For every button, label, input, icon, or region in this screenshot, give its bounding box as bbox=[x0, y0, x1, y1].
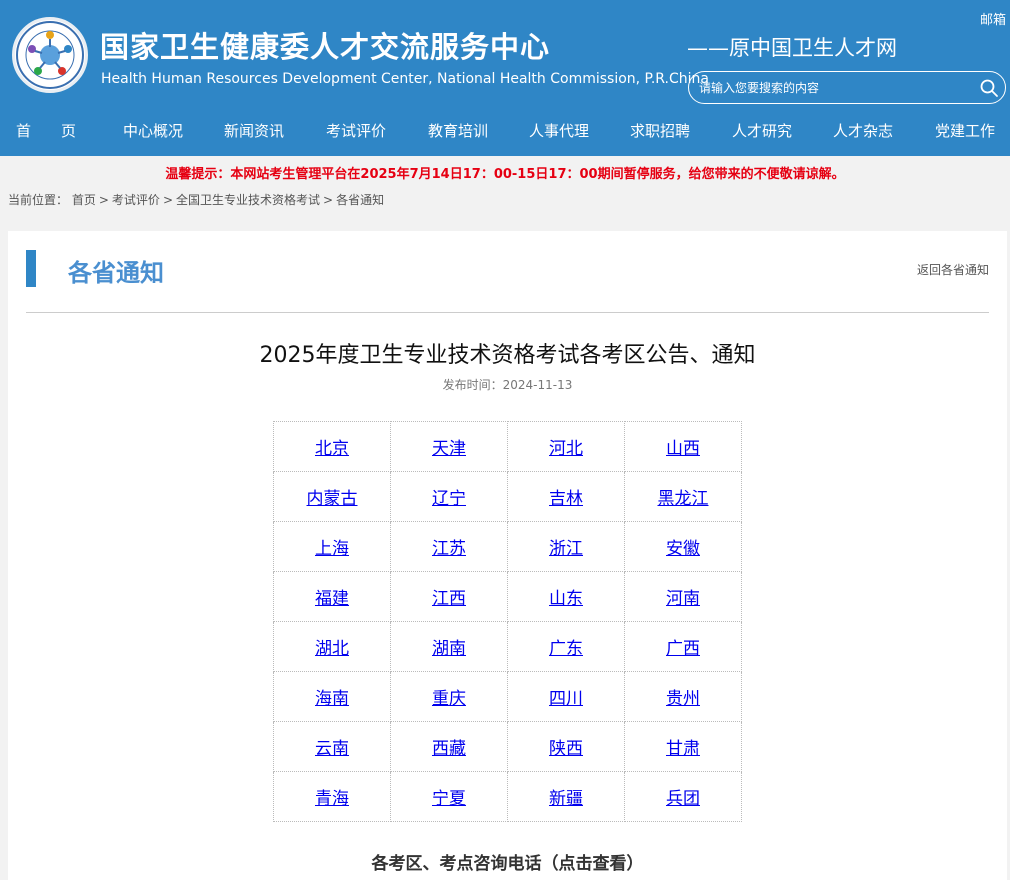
publish-date: 发布时间：2024-11-13 bbox=[8, 376, 1007, 393]
breadcrumb-separator: > bbox=[98, 193, 109, 207]
province-link[interactable]: 海南 bbox=[315, 689, 349, 709]
table-row: 青海 宁夏 新疆 兵团 bbox=[273, 771, 742, 822]
province-link[interactable]: 上海 bbox=[315, 539, 349, 559]
logo-emblem-icon bbox=[16, 21, 84, 89]
province-link[interactable]: 湖北 bbox=[315, 639, 349, 659]
section-title: 各省通知 bbox=[68, 259, 164, 287]
province-link[interactable]: 山西 bbox=[666, 439, 700, 459]
nav-item-center-overview[interactable]: 中心概况 bbox=[107, 120, 199, 141]
site-former-name: ——原中国卫生人才网 bbox=[687, 36, 897, 60]
province-link[interactable]: 云南 bbox=[315, 739, 349, 759]
service-notice: 温馨提示：本网站考生管理平台在2025年7月14日17：00-15日17：00期… bbox=[165, 167, 845, 182]
province-link[interactable]: 新疆 bbox=[549, 789, 583, 809]
site-title: 国家卫生健康委人才交流服务中心 bbox=[100, 30, 551, 64]
search-icon[interactable] bbox=[979, 78, 999, 98]
province-table: 北京 天津 河北 山西 内蒙古 辽宁 吉林 黑龙江 上海 江苏 浙江 安徽 福建… bbox=[273, 421, 742, 822]
nav-item-exam[interactable]: 考试评价 bbox=[310, 120, 402, 141]
content-panel: 各省通知 返回各省通知 2025年度卫生专业技术资格考试各考区公告、通知 发布时… bbox=[8, 231, 1007, 880]
main-nav: 首 页 中心概况 新闻资讯 考试评价 教育培训 人事代理 求职招聘 人才研究 人… bbox=[0, 112, 1010, 152]
province-link[interactable]: 吉林 bbox=[549, 489, 583, 509]
table-row: 上海 江苏 浙江 安徽 bbox=[273, 521, 742, 572]
breadcrumb: 当前位置： 首页 > 考试评价 > 全国卫生专业技术资格考试 > 各省通知 bbox=[8, 191, 384, 208]
province-link[interactable]: 四川 bbox=[549, 689, 583, 709]
province-link[interactable]: 天津 bbox=[432, 439, 466, 459]
province-link[interactable]: 黑龙江 bbox=[658, 489, 709, 509]
breadcrumb-separator: > bbox=[323, 193, 334, 207]
province-link[interactable]: 贵州 bbox=[666, 689, 700, 709]
province-link[interactable]: 江西 bbox=[432, 589, 466, 609]
publish-date-value: 2024-11-13 bbox=[502, 378, 573, 392]
table-row: 北京 天津 河北 山西 bbox=[273, 421, 742, 472]
breadcrumb-health-exam[interactable]: 全国卫生专业技术资格考试 bbox=[176, 193, 320, 207]
back-to-list-link[interactable]: 返回各省通知 bbox=[917, 261, 989, 278]
province-link[interactable]: 宁夏 bbox=[432, 789, 466, 809]
nav-item-personnel-agency[interactable]: 人事代理 bbox=[513, 120, 605, 141]
nav-item-research[interactable]: 人才研究 bbox=[716, 120, 808, 141]
breadcrumb-home[interactable]: 首页 bbox=[72, 193, 96, 207]
table-row: 海南 重庆 四川 贵州 bbox=[273, 671, 742, 722]
province-link[interactable]: 河南 bbox=[666, 589, 700, 609]
nav-item-magazine[interactable]: 人才杂志 bbox=[817, 120, 909, 141]
province-link[interactable]: 兵团 bbox=[666, 789, 700, 809]
breadcrumb-exam[interactable]: 考试评价 bbox=[112, 193, 160, 207]
site-subtitle-english: Health Human Resources Development Cente… bbox=[101, 71, 709, 87]
province-link[interactable]: 辽宁 bbox=[432, 489, 466, 509]
nav-item-jobs[interactable]: 求职招聘 bbox=[614, 120, 706, 141]
province-link[interactable]: 陕西 bbox=[549, 739, 583, 759]
section-title-bar bbox=[26, 250, 36, 287]
search-box bbox=[688, 71, 1006, 104]
mail-link[interactable]: 邮箱 bbox=[980, 9, 1006, 28]
breadcrumb-current: 各省通知 bbox=[336, 193, 385, 207]
table-row: 湖北 湖南 广东 广西 bbox=[273, 621, 742, 672]
table-row: 福建 江西 山东 河南 bbox=[273, 571, 742, 622]
nav-item-home[interactable]: 首 页 bbox=[0, 120, 92, 141]
province-link[interactable]: 江苏 bbox=[432, 539, 466, 559]
province-link[interactable]: 山东 bbox=[549, 589, 583, 609]
province-link[interactable]: 湖南 bbox=[432, 639, 466, 659]
province-link[interactable]: 重庆 bbox=[432, 689, 466, 709]
nav-item-news[interactable]: 新闻资讯 bbox=[208, 120, 300, 141]
table-row: 云南 西藏 陕西 甘肃 bbox=[273, 721, 742, 772]
province-link[interactable]: 福建 bbox=[315, 589, 349, 609]
site-header: 国家卫生健康委人才交流服务中心 Health Human Resources D… bbox=[0, 0, 1010, 156]
province-link[interactable]: 广东 bbox=[549, 639, 583, 659]
nav-item-education[interactable]: 教育培训 bbox=[412, 120, 504, 141]
publish-date-label: 发布时间： bbox=[442, 378, 503, 392]
search-input[interactable] bbox=[699, 77, 969, 99]
section-divider bbox=[26, 312, 989, 313]
province-link[interactable]: 北京 bbox=[315, 439, 349, 459]
province-link[interactable]: 西藏 bbox=[432, 739, 466, 759]
province-link[interactable]: 甘肃 bbox=[666, 739, 700, 759]
site-logo[interactable] bbox=[12, 17, 88, 93]
nav-item-party[interactable]: 党建工作 bbox=[919, 120, 1010, 141]
province-link[interactable]: 内蒙古 bbox=[307, 489, 358, 509]
province-link[interactable]: 广西 bbox=[666, 639, 700, 659]
article-title: 2025年度卫生专业技术资格考试各考区公告、通知 bbox=[259, 343, 756, 368]
consult-phone-link[interactable]: 各考区、考点咨询电话（点击查看） bbox=[8, 849, 1007, 874]
province-link[interactable]: 青海 bbox=[315, 789, 349, 809]
breadcrumb-separator: > bbox=[162, 193, 173, 207]
province-link[interactable]: 河北 bbox=[549, 439, 583, 459]
table-row: 内蒙古 辽宁 吉林 黑龙江 bbox=[273, 471, 742, 522]
province-link[interactable]: 安徽 bbox=[666, 539, 700, 559]
province-link[interactable]: 浙江 bbox=[549, 539, 583, 559]
breadcrumb-label: 当前位置： bbox=[8, 193, 69, 207]
